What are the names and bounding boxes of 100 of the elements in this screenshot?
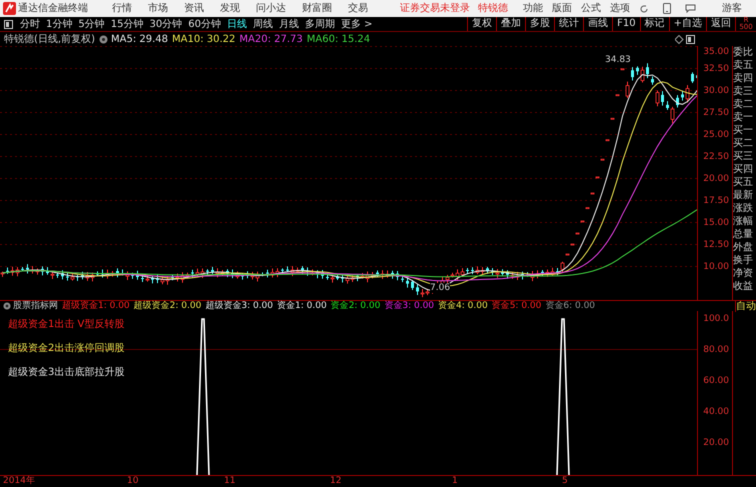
toolbar-button[interactable]: 返回	[706, 17, 735, 31]
period-tab[interactable]: 月线	[276, 16, 302, 32]
settings-icon[interactable]	[3, 302, 11, 310]
status-text: 证券交易未登录	[400, 2, 470, 16]
candlestick	[206, 268, 209, 276]
candlestick	[70, 273, 74, 282]
axis-label: 12	[330, 476, 342, 486]
candlestick	[560, 261, 564, 273]
candlestick	[101, 269, 104, 278]
price-annotation: 34.83	[605, 55, 631, 66]
quote-label: 卖五	[733, 59, 754, 72]
quote-label: 涨幅	[733, 215, 754, 228]
toolbar-button[interactable]: 复权	[467, 17, 496, 31]
candlestick	[486, 266, 489, 274]
candlestick	[151, 275, 154, 284]
period-tab[interactable]: 30分钟	[146, 16, 186, 32]
menu-item[interactable]: 问小达	[256, 1, 286, 16]
toolbar-button[interactable]: 统计	[554, 17, 584, 31]
quote-label: 涨跌	[733, 202, 754, 215]
phone-icon[interactable]	[663, 3, 671, 14]
quote-label: 买一	[733, 124, 754, 137]
candlestick	[656, 90, 660, 107]
candlestick	[326, 272, 329, 280]
period-tab[interactable]: 多周期	[302, 16, 338, 32]
candlestick	[136, 270, 139, 280]
period-tab[interactable]: 周线	[250, 16, 276, 32]
menu-item[interactable]: 公式	[581, 1, 601, 16]
candlestick	[116, 268, 119, 278]
menu-item[interactable]: 发现	[220, 1, 240, 16]
menu-item[interactable]: 财富圈	[302, 1, 332, 16]
period-tab[interactable]: 60分钟	[185, 16, 224, 32]
stock-title: 特锐德(日线,前复权)	[4, 32, 95, 46]
candlestick	[306, 266, 309, 276]
axis-label: 10	[127, 476, 138, 486]
panel-toggle-icon[interactable]	[4, 20, 13, 28]
menu-item[interactable]: 交易	[348, 1, 368, 16]
menu-item[interactable]: 市场	[148, 1, 168, 16]
quote-label: 卖一	[733, 111, 754, 124]
settings-icon[interactable]	[98, 34, 108, 44]
menu-item[interactable]: 资讯	[184, 1, 204, 16]
indicator-value: 资金2: 0.00	[330, 300, 380, 312]
menu-item[interactable]: 功能	[523, 1, 543, 16]
candlestick	[81, 271, 84, 280]
candlestick	[46, 266, 49, 276]
moving-average-label: MA10: 30.22	[172, 32, 236, 46]
toolbar-button[interactable]: 叠加	[496, 17, 526, 31]
quote-label: 换手	[733, 254, 754, 267]
quote-label: 外盘	[733, 241, 754, 254]
period-tab[interactable]: 5分钟	[75, 16, 108, 32]
chart-options-icon[interactable]	[675, 34, 695, 44]
quote-label: 买三	[733, 150, 754, 163]
menu-item[interactable]: 选项	[610, 1, 630, 16]
user-label[interactable]: 游客	[722, 1, 742, 16]
candlestick	[676, 94, 679, 108]
message-icon[interactable]	[685, 4, 696, 13]
mode-label[interactable]: 自动	[735, 300, 756, 312]
menu-item[interactable]: 行情	[112, 1, 132, 16]
candlestick	[0, 271, 4, 278]
candlestick	[96, 270, 99, 276]
indicator-value: 资金1: 0.00	[277, 300, 327, 312]
toolbar-button[interactable]: F10	[612, 17, 640, 31]
candlestick	[631, 66, 634, 82]
candlestick	[211, 266, 214, 274]
candlestick	[6, 266, 9, 274]
toolbar-button[interactable]: +自选	[668, 17, 706, 31]
period-tab[interactable]: 分时	[17, 16, 43, 32]
menu-item[interactable]: 版面	[552, 1, 572, 16]
indicator-value: 资金5: 0.00	[492, 300, 542, 312]
candlestick	[376, 270, 379, 278]
signal-text: 超级资金2出击涨停回调股	[8, 342, 124, 356]
candlestick	[131, 272, 134, 280]
period-tab[interactable]: 更多 >	[338, 16, 376, 32]
candlestick	[76, 274, 79, 282]
candlestick	[600, 158, 604, 161]
candlestick	[501, 268, 504, 276]
candlestick	[506, 270, 509, 280]
axis-label: 20.00	[703, 438, 729, 448]
axis-label: 40.00	[703, 407, 729, 417]
quote-label: 卖三	[733, 85, 754, 98]
period-tab[interactable]: 15分钟	[108, 16, 146, 32]
toolbar-button[interactable]: 多股	[525, 17, 554, 31]
toolbar-button[interactable]: 画线	[583, 17, 612, 31]
candlestick	[330, 274, 334, 284]
quote-label: 净资	[733, 267, 754, 280]
period-tab[interactable]: 1分钟	[43, 16, 76, 32]
axis-label: 25.00	[703, 130, 729, 140]
candlestick	[491, 268, 494, 276]
candlestick	[336, 274, 339, 280]
toolbar-button[interactable]: 标记	[640, 17, 669, 31]
candlestick	[521, 271, 524, 280]
candlestick	[391, 270, 394, 280]
axis-label: 22.50	[703, 152, 729, 162]
axis-label: 12.50	[703, 240, 729, 250]
axis-label: 60.00	[703, 376, 729, 386]
axis-label: 32.50	[703, 64, 729, 74]
period-tab[interactable]: 日线	[224, 16, 250, 32]
refresh-icon[interactable]	[639, 4, 649, 14]
moving-average-label: MA20: 27.73	[239, 32, 303, 46]
candlestick	[466, 267, 469, 275]
candlestick	[41, 266, 44, 276]
